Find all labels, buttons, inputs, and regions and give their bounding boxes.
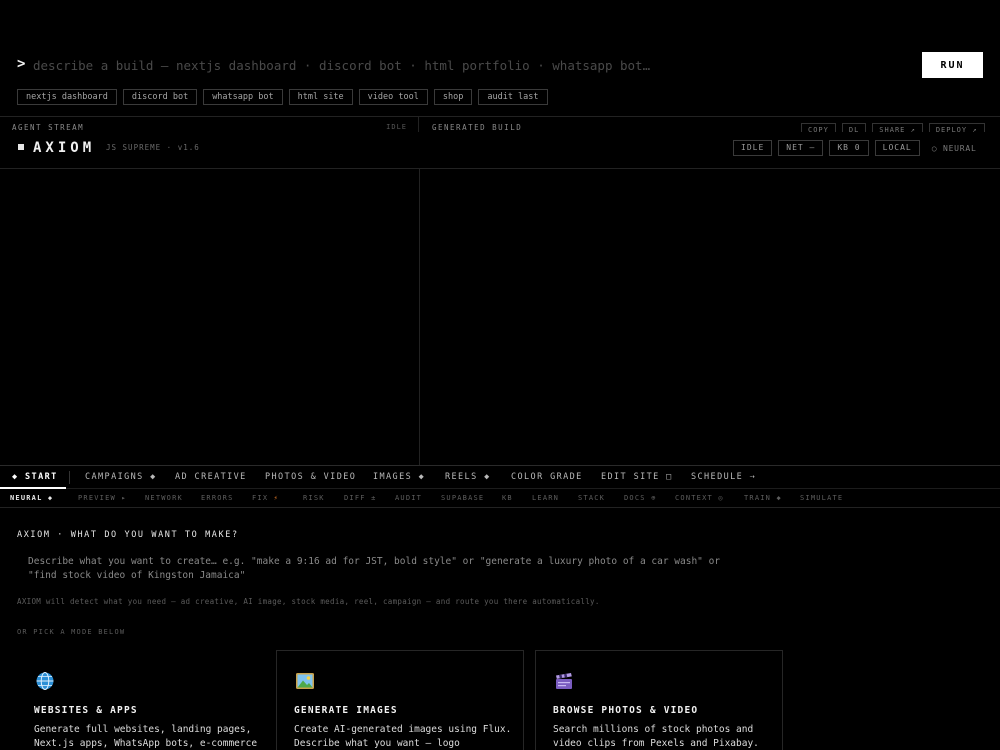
start-description: Describe what you want to create… e.g. "… — [28, 556, 721, 581]
picture-icon — [296, 673, 314, 689]
status-local[interactable]: LOCAL — [874, 140, 920, 156]
chip-discord-bot[interactable]: discord bot — [122, 89, 198, 105]
agent-stream-title: AGENT STREAM — [12, 123, 85, 132]
brand-name: AXIOM — [33, 140, 96, 156]
share-button[interactable]: SHARE ↗ — [872, 123, 923, 132]
tab-ad-creative[interactable]: AD CREATIVE — [175, 472, 247, 482]
subtab-preview[interactable]: PREVIEW ▸ — [78, 494, 127, 502]
prompt-bar: > RUN — [17, 52, 983, 78]
chip-html-site[interactable]: html site — [288, 89, 353, 105]
chip-nextjs-dashboard[interactable]: nextjs dashboard — [17, 89, 117, 105]
chip-video-tool[interactable]: video tool — [358, 89, 428, 105]
tab-photos-video[interactable]: PHOTOS & VIDEO — [265, 472, 356, 482]
deploy-button[interactable]: DEPLOY ↗ — [928, 123, 985, 132]
agent-stream-status: IDLE — [386, 123, 407, 131]
tab-color-grade[interactable]: COLOR GRADE — [511, 472, 583, 482]
tab-images[interactable]: IMAGES ◆ — [373, 472, 425, 482]
suggestion-chips: nextjs dashboard discord bot whatsapp bo… — [17, 89, 548, 105]
pick-mode-label: OR PICK A MODE BELOW — [17, 628, 126, 636]
status-kb: KB 0 — [829, 140, 869, 156]
run-button[interactable]: RUN — [922, 52, 983, 78]
subtab-stack[interactable]: STACK — [578, 494, 605, 502]
neural-toggle[interactable]: ○ NEURAL — [932, 144, 977, 153]
start-title: AXIOM · WHAT DO YOU WANT TO MAKE? — [17, 530, 239, 540]
status-idle: IDLE — [733, 140, 773, 156]
copy-button[interactable]: COPY — [801, 123, 836, 132]
subtab-neural[interactable]: NEURAL ◆ — [10, 494, 53, 502]
chip-shop[interactable]: shop — [433, 89, 473, 105]
tab-campaigns[interactable]: CAMPAIGNS ◆ — [85, 472, 157, 482]
agent-stream-header: AGENT STREAM IDLE — [0, 117, 419, 132]
subtab-context[interactable]: CONTEXT ◎ — [675, 494, 724, 502]
bolt-icon: ⚡ — [273, 494, 280, 502]
clapper-icon — [556, 673, 572, 689]
globe-icon — [36, 672, 54, 690]
mode-card-browse-media[interactable]: BROWSE PHOTOS & VIDEO Search millions of… — [535, 650, 783, 750]
generated-build-panel — [420, 169, 1000, 465]
prompt-input[interactable] — [33, 54, 913, 76]
main-tabs: ◆ START CAMPAIGNS ◆ AD CREATIVE PHOTOS &… — [0, 465, 1000, 489]
mode-card-websites[interactable]: WEBSITES & APPS Generate full websites, … — [16, 650, 264, 750]
subtab-fix[interactable]: FIX ⚡ — [252, 494, 279, 502]
status-pills: IDLE NET — KB 0 LOCAL ○ NEURAL — [733, 140, 977, 156]
status-net: NET — — [778, 140, 824, 156]
brand-version: JS SUPREME · v1.6 — [106, 143, 200, 152]
subtab-network[interactable]: NETWORK — [145, 494, 183, 502]
build-actions: COPY DL SHARE ↗ DEPLOY ↗ — [801, 123, 985, 132]
prompt-caret: > — [17, 56, 26, 72]
chip-audit-last[interactable]: audit last — [478, 89, 548, 105]
subtab-audit[interactable]: AUDIT — [395, 494, 422, 502]
sub-tabs: NEURAL ◆ PREVIEW ▸ NETWORK ERRORS FIX ⚡ … — [0, 489, 1000, 508]
mode-description: Generate full websites, landing pages, N… — [34, 724, 258, 749]
tab-edit-site[interactable]: EDIT SITE □ — [601, 472, 673, 482]
agent-stream-panel — [0, 169, 420, 465]
subtab-risk[interactable]: RISK — [303, 494, 325, 502]
chip-whatsapp-bot[interactable]: whatsapp bot — [203, 89, 283, 105]
auto-route-note: AXIOM will detect what you need — ad cre… — [17, 597, 600, 606]
brand-header: AXIOM JS SUPREME · v1.6 IDLE NET — KB 0 … — [0, 132, 1000, 169]
mode-card-generate-images[interactable]: GENERATE IMAGES Create AI-generated imag… — [276, 650, 524, 750]
tab-reels[interactable]: REELS ◆ — [445, 472, 491, 482]
panel-header-strip: AGENT STREAM IDLE GENERATED BUILD COPY D… — [0, 116, 1000, 132]
mode-title: GENERATE IMAGES — [294, 705, 398, 716]
subtab-docs[interactable]: DOCS ⊕ — [624, 494, 657, 502]
tab-schedule[interactable]: SCHEDULE ⇢ — [691, 472, 756, 482]
mode-title: WEBSITES & APPS — [34, 705, 138, 716]
subtab-fix-label: FIX — [252, 494, 269, 502]
download-button[interactable]: DL — [841, 123, 867, 132]
subtab-diff[interactable]: DIFF ± — [344, 494, 377, 502]
subtab-supabase[interactable]: SUPABASE — [441, 494, 484, 502]
mode-title: BROWSE PHOTOS & VIDEO — [553, 705, 699, 716]
mode-description: Search millions of stock photos and vide… — [553, 724, 759, 749]
tab-start[interactable]: ◆ START — [12, 472, 58, 482]
logo-square-icon — [18, 144, 24, 150]
subtab-simulate[interactable]: SIMULATE — [800, 494, 843, 502]
subtab-train[interactable]: TRAIN ◆ — [744, 494, 782, 502]
subtab-errors[interactable]: ERRORS — [201, 494, 234, 502]
subtab-kb[interactable]: KB — [502, 494, 513, 502]
tab-separator — [69, 471, 70, 484]
subtab-learn[interactable]: LEARN — [532, 494, 559, 502]
mode-description: Create AI-generated images using Flux. D… — [294, 724, 512, 749]
generated-build-title: GENERATED BUILD — [432, 123, 523, 132]
